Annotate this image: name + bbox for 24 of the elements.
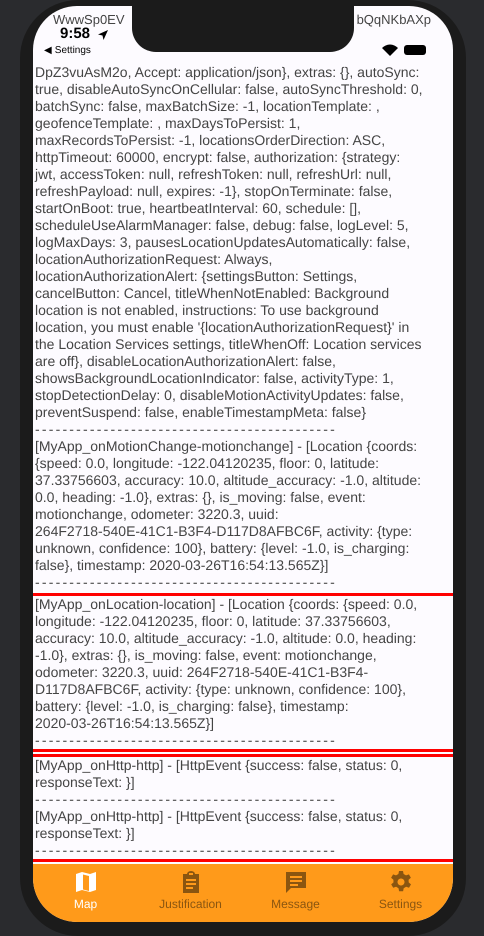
status-time: 9:58 <box>60 25 90 42</box>
separator-line: -------------------------------------------- <box>35 732 337 748</box>
separator-line: -------------------------------------------- <box>35 574 337 590</box>
location-arrow-icon <box>98 30 108 40</box>
log-entry: [MyApp_onHttp-http] - [HttpEvent {success: false, status: 0, responseText: }] <box>35 808 404 842</box>
log-entry: [MyApp_onMotionChange-motionchange] - [Location {coords: {speed: 0.0, longitude: -122.04120235, floor: 0, latitude: 37.33756603, accuracy: 10.0, altitude_accuracy: -1.0, altitude: 0.0, heading: -1.0}, extras: {}, is_moving: false, event: motionchange, odometer: 3220.3, uuid: 264F2718-540E-41C1-B3F4-D117D8AFBC6F, activity: {type: unknown, confidence: 100}, battery: {level: -1.0, is_charging: false}, timestamp: 2020-03-26T16:54:13.565Z}] <box>35 438 422 574</box>
settings-icon <box>388 870 412 894</box>
separator-line: -------------------------------------------- <box>35 842 337 858</box>
wifi-icon <box>382 44 398 56</box>
log-entry: [MyApp_onHttp-http] - [HttpEvent {success: false, status: 0, responseText: }] <box>35 757 404 791</box>
log-entry: DpZ3vuAsM2o, Accept: application/json}, extras: {}, autoSync: true, disableAutoSyncOnCellular: false, autoSyncThreshold: 0, batchSync: false, maxBatchSize: -1, locationTemplate: , geofenceTemplate: , maxDaysToPersist: 1, maxRecordsToPersist: -1, locationsOrderDirection: ASC, httpTimeout: 60000, encrypt: false, authorization: {strategy: jwt, accessToken: null, refreshToken: null, refreshUrl: null, refreshPayload: null, expires: -1}, stopOnTerminate: false, startOnBoot: true, heartbeatInterval: 60, schedule: [], scheduleUseAlarmManager: false, debug: false, logLevel: 5, logMaxDays: 3, pausesLocationUpdatesAutomatically: false, locationAuthorizationRequest: Always, locationAuthorizationAlert: {settingsButton: Settings, cancelButton: Cancel, titleWhenNotEnabled: Background location is not enabled, instructions: To use background location, you must enable '{locationAuthorizationRequest}' in the Location Services settings, titleWhenOff: Location services are off}, disableLocationAuthorizationAlert: false, showsBackgroundLocationIndicator: false, activityType: 1, stopDetectionDelay: 0, disableMotionActivityUpdates: false, preventSuspend: false, enableTimestampMeta: false} <box>35 64 424 421</box>
map-icon <box>74 870 98 894</box>
tab[interactable]: Map <box>36 870 136 922</box>
tab[interactable]: Justification <box>140 870 240 922</box>
message-icon <box>284 870 308 894</box>
separator-line: -------------------------------------------- <box>35 421 337 437</box>
separator-line: -------------------------------------------- <box>35 791 337 807</box>
log-entry: [MyApp_onLocation-location] - [Location {coords: {speed: 0.0, longitude: -122.04120235, floor: 0, latitude: 37.33756603, accuracy: 10.0, altitude_accuracy: -1.0, altitude: 0.0, heading: -1.0}, extras: {}, is_moving: false, event: motionchange, odometer: 3220.3, uuid: 264F2718-540E-41C1-B3F4- D117D8AFBC6F, activity: {type: unknown, confidence: 100}, battery: {level: -1.0, is_charging: false}, timestamp: 2020-03-26T16:54:13.565Z}] <box>35 596 418 732</box>
back-link[interactable]: ◀ Settings <box>44 45 91 57</box>
battery-icon <box>404 45 426 55</box>
log-text-fragment: bQqNKbAXp <box>356 11 431 28</box>
tab[interactable]: Settings <box>350 870 450 922</box>
log-text-fragment: WwwSp0EV <box>53 11 125 28</box>
tab[interactable]: Message <box>246 870 346 922</box>
